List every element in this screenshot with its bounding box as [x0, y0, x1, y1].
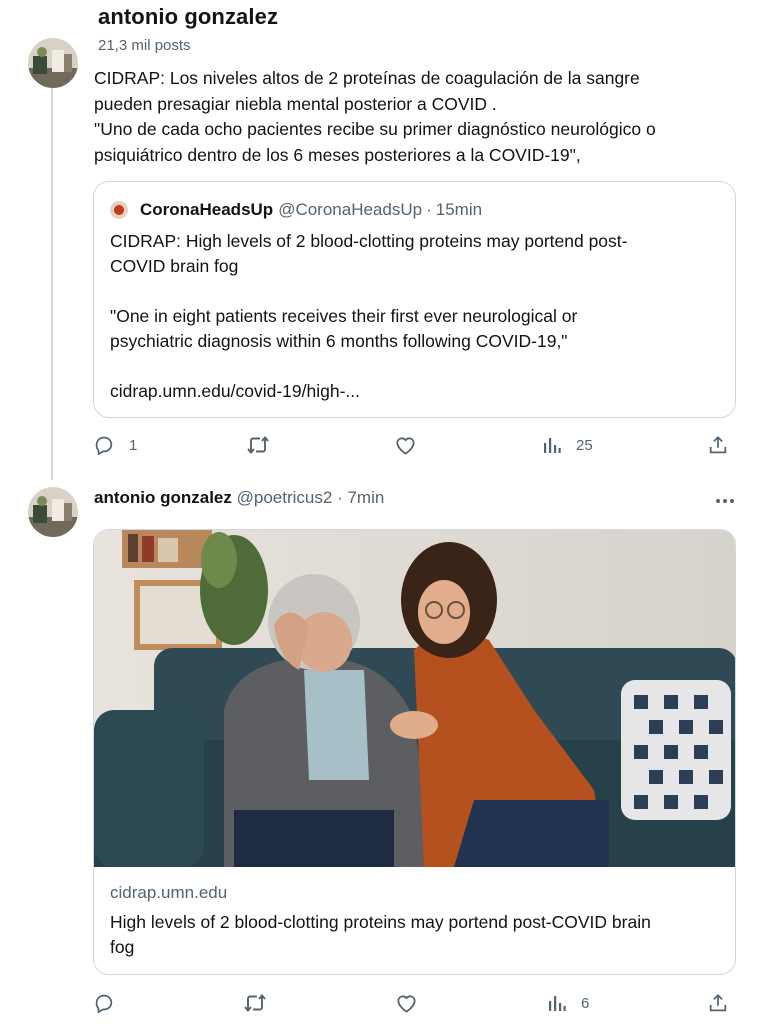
views-count: 25 [576, 436, 593, 454]
repost-button[interactable] [246, 430, 284, 460]
tweet2-author-name[interactable]: antonio gonzalez [94, 488, 232, 507]
quoted-tweet-author-name[interactable]: CoronaHeadsUp [140, 200, 273, 220]
profile-header: antonio gonzalez 21,3 mil posts [0, 0, 766, 62]
tweet2-avatar[interactable] [28, 487, 78, 537]
views-icon [547, 993, 567, 1013]
tweet1-text-line: psiquiátrico dentro de los 6 meses poste… [94, 144, 581, 165]
link-preview-image[interactable] [94, 530, 735, 867]
like-icon [395, 992, 418, 1014]
more-options-button[interactable] [712, 488, 738, 512]
tweet1-text-line: "Uno de cada ocho pacientes recibe su pr… [94, 119, 656, 139]
quoted-tweet-time[interactable]: 15min [436, 200, 482, 220]
share-button[interactable] [707, 988, 729, 1018]
quoted-tweet-line: "One in eight patients receives their fi… [110, 306, 578, 326]
views-button[interactable]: 25 [542, 430, 593, 460]
thread-connector-line [51, 88, 53, 480]
quoted-tweet-line: psychiatric diagnosis within 6 months fo… [110, 331, 568, 351]
quoted-tweet-line: CIDRAP: High levels of 2 blood-clotting … [110, 231, 628, 251]
more-icon [715, 491, 735, 509]
link-card-title[interactable]: High levels of 2 blood-clotting proteins… [110, 910, 651, 960]
reply-count: 1 [129, 436, 138, 454]
tweet2-action-bar: 6 [93, 988, 738, 1018]
reply-button[interactable] [93, 988, 129, 1018]
tweet2-handle[interactable]: @poetricus2 [237, 488, 333, 507]
repost-icon [243, 992, 267, 1014]
like-button[interactable] [395, 988, 432, 1018]
quoted-tweet-avatar[interactable] [110, 201, 128, 219]
link-card-title-line: High levels of 2 blood-clotting proteins… [110, 912, 651, 932]
like-button[interactable] [394, 430, 431, 460]
tweet1-text-line: CIDRAP: Los niveles altos de 2 proteínas… [94, 68, 640, 88]
repost-icon [246, 434, 270, 456]
tweet2-separator: · [337, 488, 343, 507]
share-icon [707, 434, 729, 456]
quoted-tweet-card[interactable]: CoronaHeadsUp @CoronaHeadsUp · 15min CID… [93, 181, 736, 418]
header-profile-name: antonio gonzalez [98, 4, 279, 29]
quoted-tweet-link[interactable]: cidrap.umn.edu/covid-19/high-... [110, 379, 627, 404]
like-icon [394, 434, 417, 456]
tweet1-text-line: pueden presagiar niebla mental posterior… [94, 93, 497, 114]
views-count: 6 [581, 994, 590, 1012]
reply-button[interactable]: 1 [93, 430, 137, 460]
quoted-tweet-line: COVID brain fog [110, 256, 239, 276]
reply-icon [93, 992, 115, 1014]
link-card-domain[interactable]: cidrap.umn.edu [110, 883, 227, 903]
views-icon [542, 435, 562, 455]
quoted-tweet-header: CoronaHeadsUp @CoronaHeadsUp · 15min [110, 200, 482, 220]
link-preview-card[interactable]: cidrap.umn.edu High levels of 2 blood-cl… [93, 529, 736, 975]
quoted-tweet-blank-line [110, 354, 627, 379]
share-icon [707, 992, 729, 1014]
reply-icon [93, 434, 115, 456]
tweet2-time[interactable]: 7min [347, 488, 384, 507]
tweet2-header: antonio gonzalez @poetricus2 · 7min [94, 488, 384, 508]
link-card-title-line: fog [110, 937, 135, 957]
tweet1-action-bar: 1 25 [93, 430, 738, 460]
quoted-tweet-body: CIDRAP: High levels of 2 blood-clotting … [110, 229, 627, 404]
header-post-count: 21,3 mil posts [98, 37, 191, 54]
views-button[interactable]: 6 [547, 988, 589, 1018]
tweet1-text: CIDRAP: Los niveles altos de 2 proteínas… [94, 66, 656, 168]
quoted-tweet-handle[interactable]: @CoronaHeadsUp [278, 200, 422, 220]
quoted-tweet-blank-line [110, 279, 627, 304]
repost-button[interactable] [243, 988, 281, 1018]
quoted-tweet-separator: · [426, 200, 432, 219]
tweet1-avatar[interactable] [28, 38, 78, 88]
share-button[interactable] [707, 430, 729, 460]
